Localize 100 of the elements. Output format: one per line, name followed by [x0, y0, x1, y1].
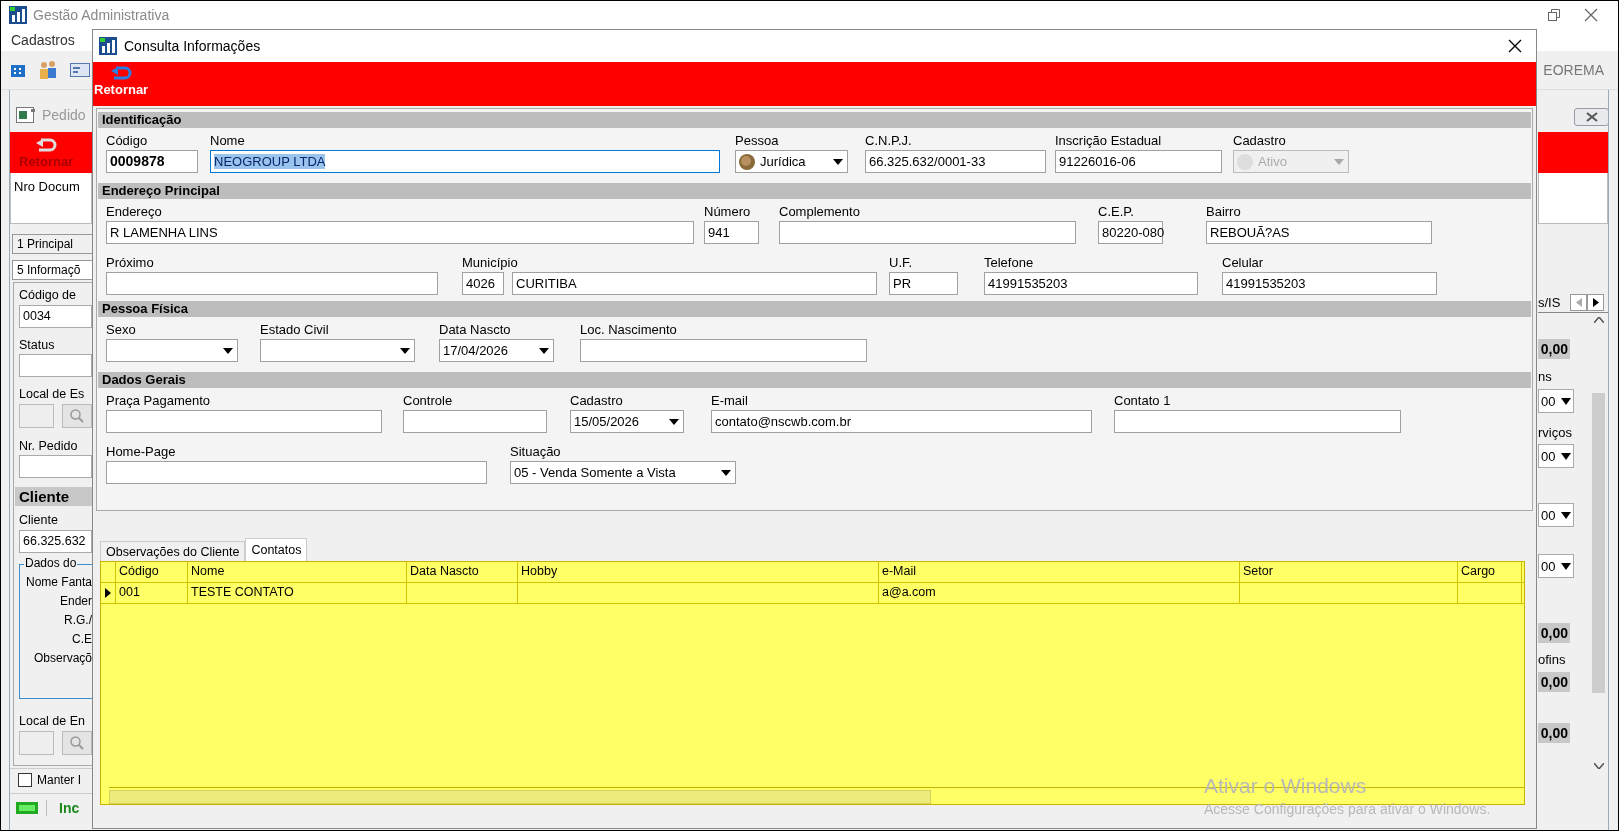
- input-field[interactable]: PR: [889, 272, 958, 295]
- input-field[interactable]: 66.325.632: [19, 529, 92, 553]
- input-field[interactable]: 41991535203: [1222, 272, 1437, 295]
- left-arrow-icon: [1575, 297, 1582, 307]
- input-field[interactable]: 91226016-06: [1055, 150, 1222, 173]
- field-label: Contato 1: [1114, 392, 1172, 410]
- table-cell: 001: [116, 583, 188, 603]
- building-icon[interactable]: [10, 62, 26, 78]
- input-field[interactable]: CURITIBA: [512, 272, 877, 295]
- checkbox[interactable]: [18, 773, 32, 787]
- field-label: Nome: [210, 132, 246, 150]
- input-field[interactable]: [19, 354, 92, 377]
- toolbar-label: EOREMA: [1543, 62, 1604, 78]
- input-field[interactable]: 0009878: [106, 150, 198, 173]
- field-label: ofins: [1538, 652, 1567, 668]
- field-label: Endereço: [106, 203, 163, 221]
- dropdown[interactable]: Jurídica: [735, 150, 848, 173]
- field-label: Próximo: [106, 254, 155, 272]
- dropdown[interactable]: 15/05/2026: [570, 410, 684, 433]
- input-field[interactable]: [580, 339, 867, 362]
- menu-item[interactable]: Cadastros: [1, 32, 85, 48]
- section-header: Dados Gerais: [98, 372, 1531, 388]
- input-field[interactable]: [779, 221, 1076, 244]
- dropdown[interactable]: 00: [1538, 389, 1574, 413]
- input-field[interactable]: [19, 403, 55, 428]
- field-label: Município: [462, 254, 519, 272]
- field-label: Pessoa: [735, 132, 780, 150]
- close-button[interactable]: [1574, 108, 1608, 126]
- column-header[interactable]: e-Mail: [879, 562, 1240, 582]
- close-icon[interactable]: [1584, 8, 1598, 22]
- field-label: Data Nascto: [439, 321, 512, 339]
- total-value: 0,00: [1538, 672, 1570, 692]
- input-field[interactable]: 941: [704, 221, 759, 244]
- section-header: Endereço Principal: [98, 183, 1531, 199]
- tab[interactable]: Contatos: [245, 538, 308, 561]
- dropdown[interactable]: [106, 339, 238, 362]
- input-field[interactable]: REBOUÃ?AS: [1206, 221, 1432, 244]
- dialog-title: Consulta Informações: [124, 38, 261, 54]
- input-field[interactable]: 41991535203: [984, 272, 1198, 295]
- tab[interactable]: 1 Principal: [12, 234, 92, 254]
- input-field[interactable]: [403, 410, 547, 433]
- input-field[interactable]: [1114, 410, 1401, 433]
- activation-text: Acesse Configurações para ativar o Windows.: [1204, 801, 1491, 817]
- dropdown-arrow-icon: [1561, 452, 1571, 460]
- column-header[interactable]: Data Nascto: [407, 562, 518, 582]
- input-field[interactable]: 80220-080: [1098, 221, 1163, 244]
- input-field[interactable]: [106, 410, 382, 433]
- app-icon: [99, 37, 117, 55]
- field-label: ns: [1538, 369, 1553, 385]
- return-icon: [110, 65, 133, 82]
- section-header: Identificação: [98, 112, 1531, 128]
- field-label: Telefone: [984, 254, 1035, 272]
- column-header[interactable]: Cargo: [1458, 562, 1522, 582]
- input-field[interactable]: 0034: [19, 304, 92, 328]
- return-icon: [35, 136, 58, 154]
- return-button[interactable]: Retornar: [93, 62, 151, 97]
- total-value: 0,00: [1538, 623, 1570, 643]
- search-button[interactable]: [62, 403, 92, 428]
- field-label: Local de Es: [19, 386, 86, 403]
- field-label: Nro Docum: [13, 178, 81, 194]
- restore-icon[interactable]: [1548, 9, 1560, 21]
- dropdown[interactable]: 00: [1538, 444, 1574, 468]
- dropdown[interactable]: [260, 339, 415, 362]
- dropdown[interactable]: 00: [1538, 554, 1574, 578]
- input-field[interactable]: R LAMENHA LINS: [106, 221, 694, 244]
- input-field[interactable]: [19, 455, 92, 479]
- column-header[interactable]: Código: [116, 562, 188, 582]
- input-field[interactable]: [106, 461, 487, 484]
- field-label: Cliente: [19, 512, 59, 530]
- field-label: C.N.P.J.: [865, 132, 913, 150]
- tab[interactable]: Observações do Cliente: [100, 541, 246, 561]
- field-label: Celular: [1222, 254, 1265, 272]
- scrollbar[interactable]: [1589, 317, 1608, 769]
- field-label: C.E.P.: [1098, 203, 1135, 221]
- tab[interactable]: 5 Informaçõ: [12, 260, 92, 280]
- card-icon[interactable]: [70, 63, 90, 77]
- column-header[interactable]: Setor: [1240, 562, 1458, 582]
- column-header[interactable]: Hobby: [518, 562, 879, 582]
- section-header: Cliente: [15, 487, 92, 507]
- section-header: Pessoa Física: [98, 301, 1531, 317]
- field-label: C.E: [72, 630, 92, 647]
- input-field[interactable]: 66.325.632/0001-33: [865, 150, 1046, 173]
- field-label: Loc. Nascimento: [580, 321, 678, 339]
- field-label: Complemento: [779, 203, 861, 221]
- input-field[interactable]: 4026: [462, 272, 504, 295]
- window-title: Gestão Administrativa: [33, 7, 170, 23]
- input-field[interactable]: contato@nscwb.com.br: [711, 410, 1092, 433]
- input-field[interactable]: [106, 272, 438, 295]
- field-label: Número: [704, 203, 752, 221]
- dropdown[interactable]: 17/04/2026: [439, 339, 554, 362]
- panel: [1538, 173, 1608, 224]
- search-button[interactable]: [62, 731, 92, 756]
- dropdown[interactable]: 00: [1538, 503, 1574, 527]
- column-header[interactable]: Nome: [188, 562, 407, 582]
- people-icon[interactable]: [38, 60, 58, 80]
- dropdown[interactable]: 05 - Venda Somente a Vista: [510, 461, 736, 484]
- scroll-right-button[interactable]: [1587, 293, 1605, 311]
- status-text: Inc: [46, 799, 80, 816]
- tab[interactable]: s/IS: [1538, 294, 1561, 310]
- input-field[interactable]: [19, 731, 55, 756]
